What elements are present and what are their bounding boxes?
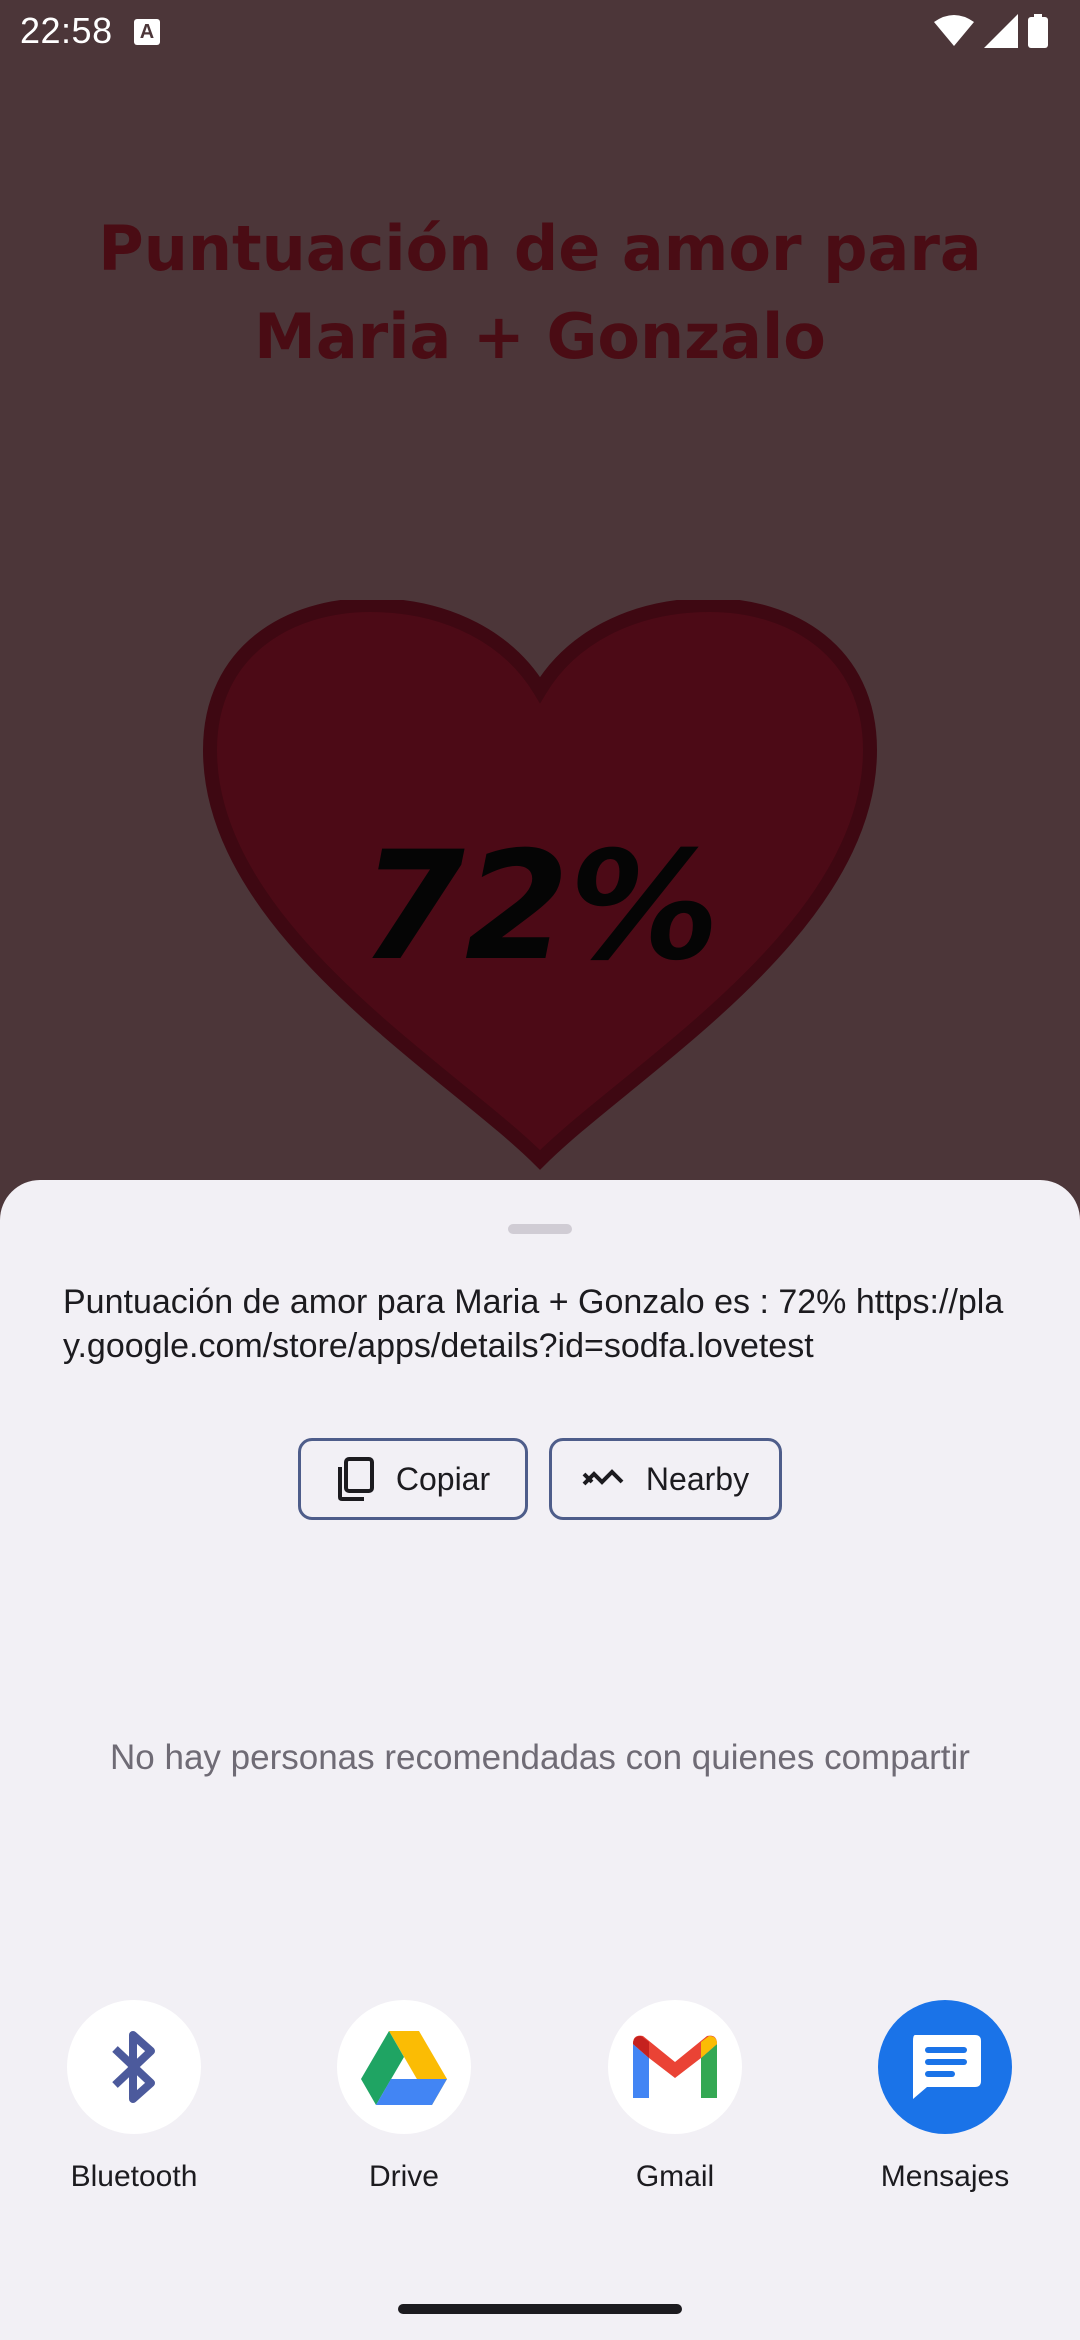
love-score-title: Puntuación de amor para Maria + Gonzalo [98, 212, 982, 373]
nearby-button[interactable]: Nearby [549, 1438, 782, 1520]
status-bar: 22:58 A [0, 0, 1080, 64]
share-sheet: Puntuación de amor para Maria + Gonzalo … [0, 1180, 1080, 2340]
empty-recommendations-message: No hay personas recomendadas con quienes… [110, 1738, 970, 1777]
sheet-drag-handle[interactable] [508, 1224, 572, 1234]
share-target-messages[interactable]: Mensajes [845, 2000, 1045, 2194]
bluetooth-icon [112, 2031, 155, 2103]
home-indicator[interactable] [398, 2304, 682, 2314]
drive-label: Drive [368, 2160, 439, 2193]
notification-icon: A [134, 19, 160, 45]
messages-icon [913, 2035, 981, 2099]
share-target-gmail[interactable]: Gmail [575, 2000, 775, 2194]
nearby-icon [582, 1469, 624, 1486]
messages-label: Mensajes [880, 2160, 1010, 2193]
status-time: 22:58 [20, 10, 113, 51]
copy-icon [337, 1457, 374, 1501]
nearby-label: Nearby [645, 1460, 750, 1497]
signal-icon [984, 14, 1018, 48]
drive-icon [361, 2031, 447, 2105]
status-icons [934, 14, 1048, 48]
battery-icon [1028, 14, 1048, 48]
share-preview-text: Puntuación de amor para Maria + Gonzalo … [63, 1283, 1004, 1365]
copy-button[interactable]: Copiar [298, 1438, 528, 1520]
gmail-icon [633, 2035, 717, 2098]
share-target-bluetooth[interactable]: Bluetooth [34, 2000, 234, 2194]
share-targets: Bluetooth Drive Gmail Mensajes [0, 2000, 1080, 2220]
share-target-drive[interactable]: Drive [304, 2000, 504, 2194]
wifi-icon [934, 15, 974, 46]
gmail-label: Gmail [635, 2160, 715, 2193]
copy-label: Copiar [395, 1460, 491, 1497]
bluetooth-label: Bluetooth [70, 2160, 198, 2193]
love-percent: 72% [360, 820, 720, 994]
